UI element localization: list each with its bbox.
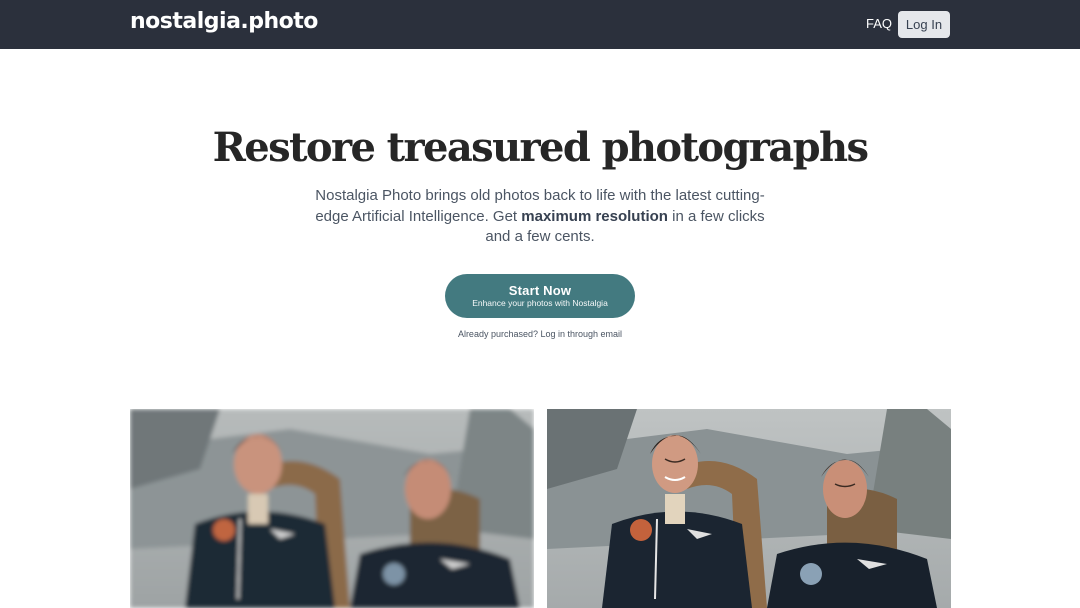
navbar: nostalgia.photo FAQ Log In: [0, 0, 1080, 49]
before-photo: [130, 409, 534, 608]
login-note-prefix: Already purchased?: [457, 329, 541, 339]
login-button[interactable]: Log In: [898, 11, 950, 38]
start-now-button[interactable]: Start Now Enhance your photos with Nosta…: [445, 274, 635, 318]
hero-subtitle-bold: maximum resolution: [521, 207, 668, 225]
brand-logo[interactable]: nostalgia.photo: [130, 9, 318, 34]
start-now-sublabel: Enhance your photos with Nostalgia: [472, 298, 608, 308]
hero-title: Restore treasured photographs: [212, 124, 869, 171]
blurry-photo-icon: [130, 409, 534, 608]
login-note: Already purchased? Log in through email: [0, 329, 1080, 339]
start-now-label: Start Now: [508, 283, 572, 298]
after-photo: [547, 409, 951, 608]
hero-subtitle: Nostalgia Photo brings old photos back t…: [305, 186, 775, 248]
nav-faq-link[interactable]: FAQ: [866, 16, 892, 31]
email-login-link[interactable]: Log in through email: [541, 329, 623, 339]
restored-photo-icon: [547, 409, 951, 608]
